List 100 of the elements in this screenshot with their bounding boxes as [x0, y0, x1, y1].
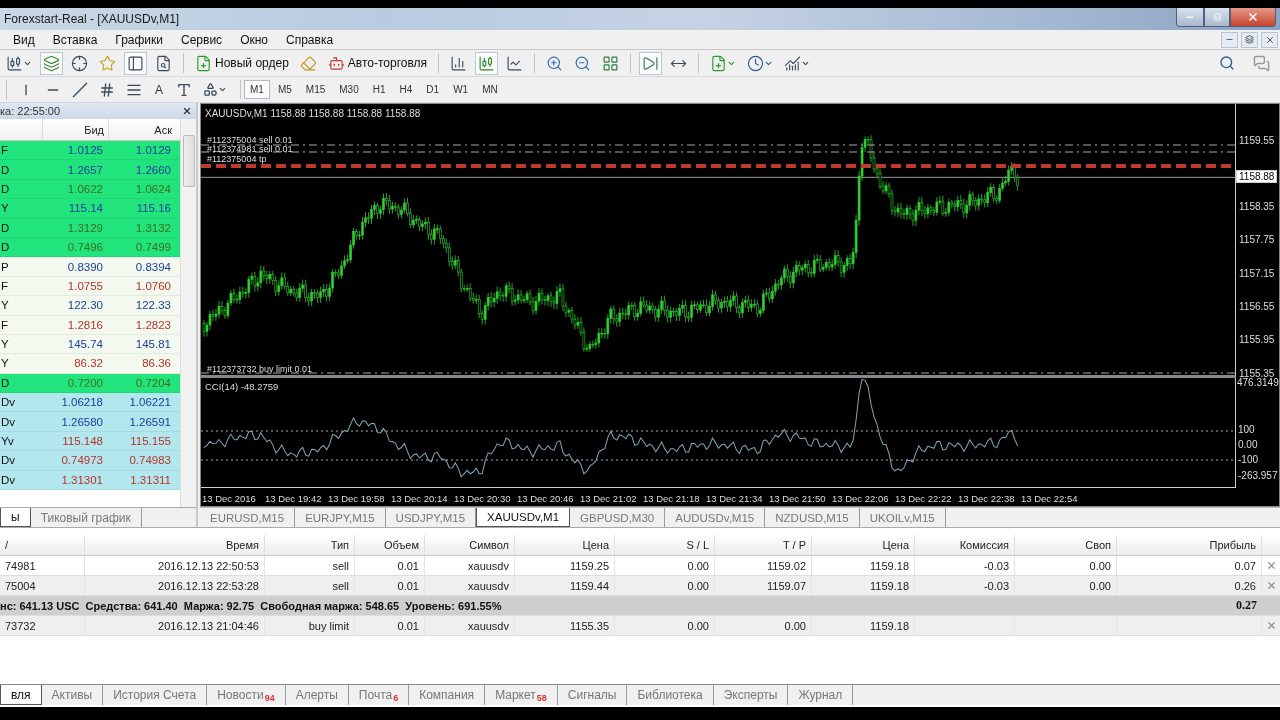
column-header[interactable]: Прибыль	[1117, 535, 1262, 555]
scrollbar[interactable]	[180, 119, 196, 507]
column-header[interactable]: S / L	[615, 535, 715, 555]
terminal-tab[interactable]: История Счета	[103, 685, 208, 705]
column-header[interactable]: Цена	[812, 535, 915, 555]
column-header[interactable]: Тип	[265, 535, 355, 555]
menu-item[interactable]: Графики	[106, 30, 173, 49]
quote-row[interactable]: Y 145.74 145.81	[0, 334, 180, 355]
terminal-tab[interactable]: Активы	[41, 685, 104, 705]
symbol-cell-text: F	[0, 279, 10, 292]
menu-item[interactable]: Сервис	[172, 30, 232, 49]
bid-cell-text: 122.30	[66, 299, 104, 312]
timeframe-button[interactable]: M15	[299, 80, 332, 99]
terminal-tab[interactable]: Алерты	[285, 685, 349, 705]
ask-cell-text: 115.155	[129, 435, 172, 448]
panel-tab[interactable]: ы	[0, 508, 31, 527]
timeframe-button[interactable]: M1	[244, 80, 270, 99]
table-cell: xauusdv	[425, 576, 515, 595]
quote-row[interactable]: Dv 1.26580 1.26591	[0, 412, 180, 432]
table-cell: 2016.12.13 22:53:28	[85, 576, 265, 595]
menu-item[interactable]: Вставка	[43, 30, 107, 49]
close-button[interactable]	[1230, 8, 1276, 27]
quote-row[interactable]: F 1.2816 1.2823	[0, 315, 180, 335]
time-tick-label: 13 Dec 22:54	[1021, 492, 1079, 504]
quote-row[interactable]: Dv 0.74973 0.74983	[0, 451, 180, 471]
quote-row[interactable]: D 1.0622 1.0624	[0, 179, 180, 200]
column-header[interactable]: Бид	[42, 119, 108, 140]
terminal-tab[interactable]: Эксперты	[713, 685, 789, 705]
column-header[interactable]: /	[0, 535, 85, 555]
bid-cell-text: 1.0755	[66, 279, 104, 292]
terminal-tab[interactable]: вля	[0, 685, 42, 705]
terminal-tab[interactable]: Журнал	[788, 685, 854, 705]
quote-row[interactable]: Y 115.14 115.16	[0, 199, 180, 219]
close-order-icon[interactable]	[1265, 580, 1277, 591]
ask-cell-text: 122.33	[134, 299, 172, 312]
quote-row[interactable]: F 1.0125 1.0129	[0, 141, 180, 161]
price-tick-label: 1156.55	[1239, 300, 1275, 312]
ask-cell-text: 1.0624	[134, 182, 172, 195]
quote-row[interactable]: D 1.2657 1.2660	[0, 160, 180, 180]
menu-item[interactable]: Окно	[231, 30, 277, 49]
new-order-icon	[195, 54, 212, 72]
minimize-icon[interactable]	[1221, 31, 1238, 48]
column-header[interactable]: Время	[85, 535, 265, 555]
column-header[interactable]: T / P	[715, 535, 812, 555]
panel-icon[interactable]	[124, 51, 147, 75]
column-header[interactable]: Объем	[355, 535, 425, 555]
time-tick-label: 13 Dec 21:50	[769, 492, 827, 504]
chart-tab[interactable]: XAUUSDv,M1	[476, 508, 571, 527]
timeframe-button[interactable]: H4	[393, 80, 419, 99]
bid-cell-text: 0.7200	[66, 376, 104, 389]
bid-cell-text: 115.14	[67, 202, 104, 215]
column-header[interactable]: Аск	[108, 119, 176, 140]
close-order-icon[interactable]	[1265, 560, 1277, 571]
symbol-cell-text: D	[0, 241, 11, 254]
quote-row[interactable]: Y 86.32 86.36	[0, 354, 180, 374]
time-tick-label: 13 Dec 22:06	[832, 492, 890, 504]
text-tool-button[interactable]: A	[149, 80, 169, 99]
column-header[interactable]: Символ	[425, 535, 515, 555]
quote-row[interactable]: Dv 1.06218 1.06221	[0, 393, 180, 413]
terminal-tab[interactable]: Компания	[409, 685, 486, 705]
candlestick-icon[interactable]	[475, 51, 499, 75]
quote-row[interactable]: F 1.0755 1.0760	[0, 276, 180, 297]
toolbar-button[interactable]: Новый ордер	[191, 51, 293, 75]
quote-row[interactable]: D 0.7496 0.7499	[0, 237, 180, 258]
column-header[interactable]: Цена	[515, 535, 615, 555]
restore-button[interactable]	[1204, 8, 1230, 27]
terminal-tab[interactable]: Библиотека	[627, 685, 714, 705]
quote-row[interactable]: Y 122.30 122.33	[0, 296, 180, 316]
minimize-button[interactable]	[1176, 8, 1204, 27]
timeframe-button[interactable]: MN	[476, 80, 504, 99]
table-cell: 0.07	[1117, 556, 1262, 575]
table-cell: 73732	[0, 616, 85, 635]
bid-cell-text: 1.3129	[66, 221, 104, 234]
column-header[interactable]: Комиссия	[915, 535, 1015, 555]
timeframe-button[interactable]: H1	[366, 80, 392, 99]
menu-item[interactable]: Вид	[4, 30, 44, 49]
price-tick-label: 1159.55	[1239, 135, 1275, 146]
timeframe-button[interactable]: D1	[420, 80, 446, 99]
close-order-icon[interactable]	[1265, 620, 1277, 631]
menu-item[interactable]: Справка	[277, 30, 343, 49]
timeframe-button[interactable]: M5	[271, 80, 298, 99]
close-icon[interactable]	[182, 106, 192, 116]
time-tick-label: 13 Dec 21:18	[643, 492, 701, 504]
table-cell: 0.00	[615, 556, 715, 575]
quote-row[interactable]: D 1.3129 1.3132	[0, 218, 180, 238]
terminal-tab[interactable]: Сигналы	[557, 685, 628, 705]
time-tick-label: 13 Dec 2016	[202, 492, 257, 504]
quote-row[interactable]: Dv 1.31301 1.31311	[0, 470, 180, 491]
quote-row[interactable]: P 0.8390 0.8394	[0, 257, 180, 277]
timeframe-button[interactable]: M30	[333, 80, 365, 99]
table-cell: 0.00	[1015, 576, 1117, 595]
table-cell: 1159.18	[812, 576, 915, 595]
quote-row[interactable]: Yv 115.148 115.155	[0, 431, 180, 452]
time-tick-label: 13 Dec 22:22	[895, 492, 953, 504]
symbol-cell-text: Y	[0, 299, 10, 312]
bid-cell-text: 1.06218	[60, 396, 104, 409]
timeframe-button[interactable]: W1	[447, 80, 475, 99]
toolbar-button[interactable]: Авто-торговля	[323, 51, 432, 75]
quote-row[interactable]: D 0.7200 0.7204	[0, 373, 180, 394]
column-header[interactable]: Своп	[1015, 535, 1117, 555]
